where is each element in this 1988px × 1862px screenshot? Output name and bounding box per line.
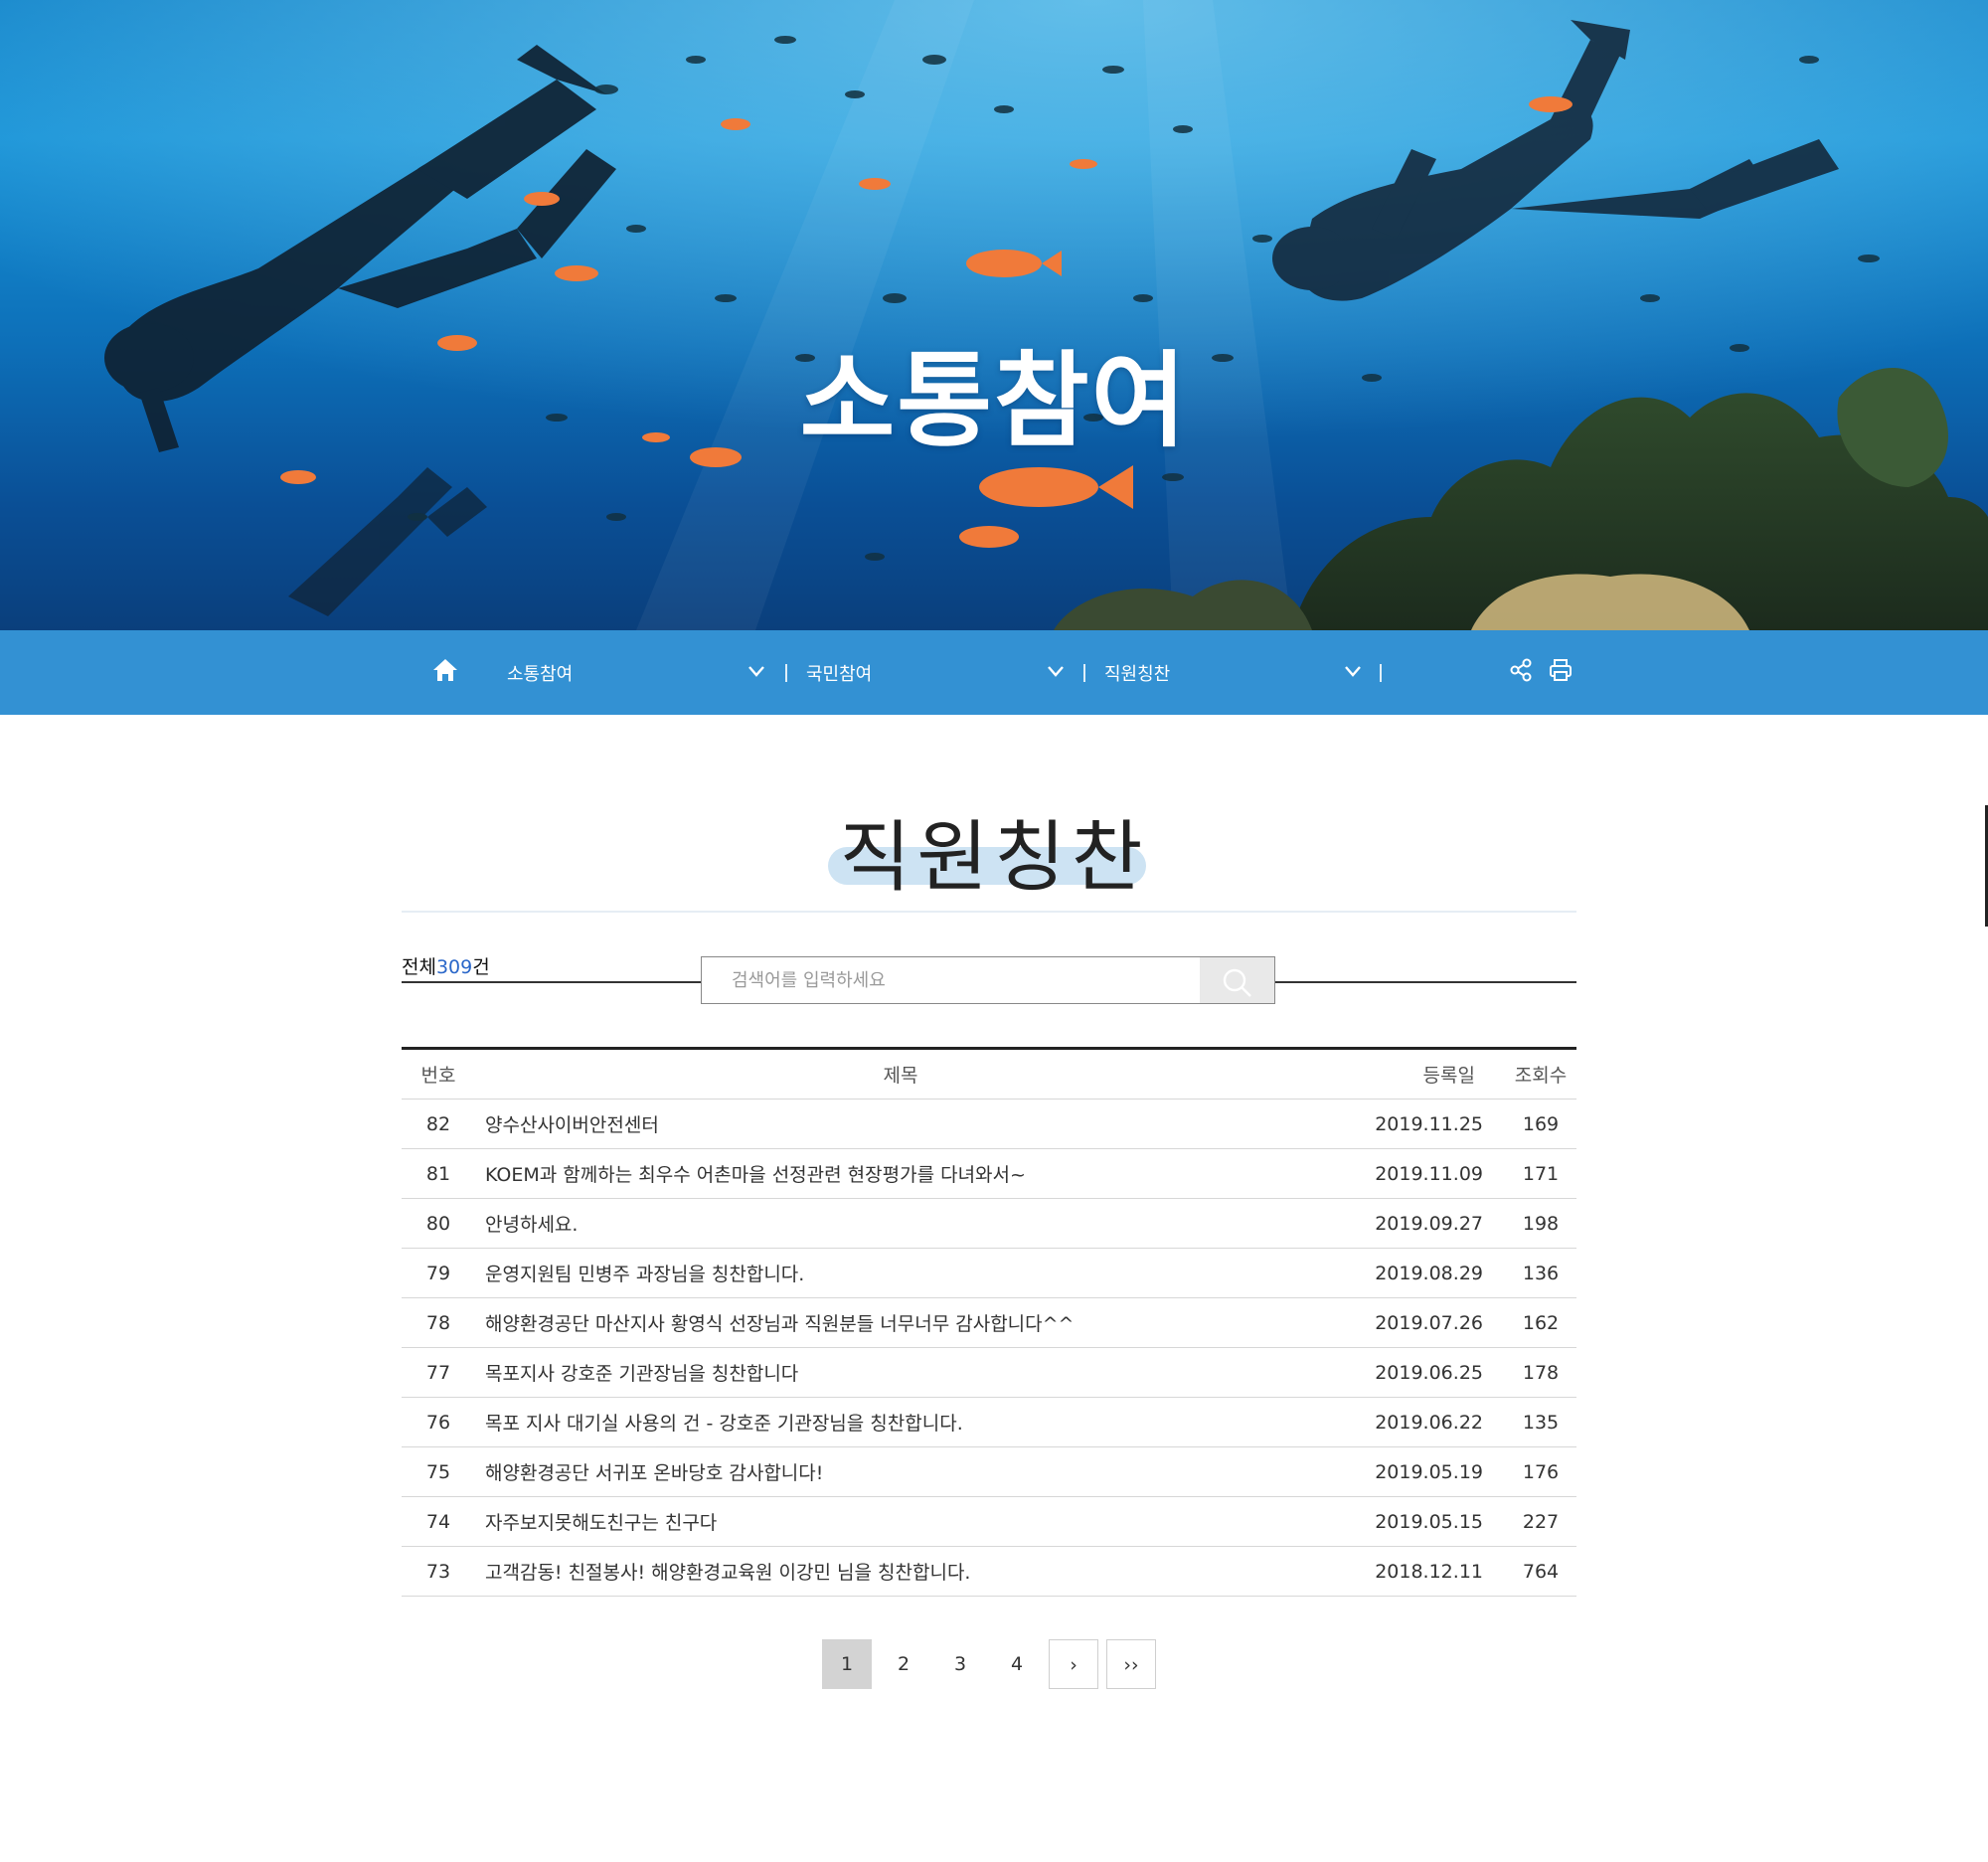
print-icon[interactable] bbox=[1548, 657, 1574, 683]
row-number: 78 bbox=[402, 1297, 475, 1348]
column-header-title: 제목 bbox=[475, 1048, 1326, 1100]
page-title-block: 직원칭찬 bbox=[0, 795, 1988, 905]
row-views: 162 bbox=[1505, 1297, 1576, 1348]
row-title-link[interactable]: KOEM과 함께하는 최우수 어촌마을 선정관련 현장평가를 다녀와서~ bbox=[475, 1148, 1326, 1199]
next-page-button[interactable]: › bbox=[1049, 1639, 1098, 1689]
row-date: 2019.06.22 bbox=[1326, 1397, 1505, 1447]
row-title-link[interactable]: 목포지사 강호준 기관장님을 칭찬합니다 bbox=[475, 1347, 1326, 1398]
row-views: 135 bbox=[1505, 1397, 1576, 1447]
breadcrumb-nav: 소통참여 국민참여 직원칭찬 bbox=[0, 630, 1988, 715]
row-number: 80 bbox=[402, 1198, 475, 1249]
column-header-date: 등록일 bbox=[1326, 1048, 1505, 1100]
search-box bbox=[701, 956, 1275, 1004]
table-header-row: 번호 제목 등록일 조회수 bbox=[402, 1048, 1576, 1100]
share-icon[interactable] bbox=[1508, 657, 1534, 683]
row-views: 176 bbox=[1505, 1446, 1576, 1497]
nav-separator bbox=[1380, 664, 1382, 682]
page-button-4[interactable]: 4 bbox=[992, 1639, 1042, 1689]
total-count-number: 309 bbox=[435, 956, 473, 978]
nav-menu-staff-praise[interactable]: 직원칭찬 bbox=[1104, 630, 1363, 715]
page-button-1[interactable]: 1 bbox=[822, 1639, 872, 1689]
total-count-prefix: 전체 bbox=[402, 956, 436, 978]
row-date: 2019.06.25 bbox=[1326, 1347, 1505, 1398]
table-row[interactable]: 73 고객감동! 친절봉사! 해양환경교육원 이강민 님을 칭찬합니다. 201… bbox=[402, 1546, 1576, 1597]
row-number: 74 bbox=[402, 1496, 475, 1547]
nav-separator bbox=[1083, 664, 1085, 682]
row-date: 2019.07.26 bbox=[1326, 1297, 1505, 1348]
row-number: 76 bbox=[402, 1397, 475, 1447]
nav-menu-communication[interactable]: 소통참여 bbox=[507, 630, 765, 715]
home-icon[interactable] bbox=[431, 656, 459, 684]
column-header-views: 조회수 bbox=[1505, 1048, 1576, 1100]
total-count-suffix: 건 bbox=[472, 956, 490, 978]
table-row[interactable]: 80 안녕하세요. 2019.09.27 198 bbox=[402, 1198, 1576, 1249]
row-date: 2019.09.27 bbox=[1326, 1198, 1505, 1249]
table-row[interactable]: 81 KOEM과 함께하는 최우수 어촌마을 선정관련 현장평가를 다녀와서~ … bbox=[402, 1148, 1576, 1199]
row-title-link[interactable]: 해양환경공단 서귀포 온바당호 감사합니다! bbox=[475, 1446, 1326, 1497]
table-row[interactable]: 82 양수산사이버안전센터 2019.11.25 169 bbox=[402, 1099, 1576, 1149]
table-row[interactable]: 74 자주보지못해도친구는 친구다 2019.05.15 227 bbox=[402, 1496, 1576, 1547]
table-header: 번호 제목 등록일 조회수 bbox=[402, 1048, 1576, 1100]
row-title-link[interactable]: 고객감동! 친절봉사! 해양환경교육원 이강민 님을 칭찬합니다. bbox=[475, 1546, 1326, 1597]
page-button-3[interactable]: 3 bbox=[935, 1639, 985, 1689]
search-icon bbox=[1223, 968, 1251, 997]
table-row[interactable]: 76 목포 지사 대기실 사용의 건 - 강호준 기관장님을 칭찬합니다. 20… bbox=[402, 1397, 1576, 1447]
hero-underwater-image bbox=[0, 0, 1988, 630]
row-title-link[interactable]: 양수산사이버안전센터 bbox=[475, 1099, 1326, 1149]
row-date: 2019.05.15 bbox=[1326, 1496, 1505, 1547]
table-row[interactable]: 78 해양환경공단 마산지사 황영식 선장님과 직원분들 너무너무 감사합니다^… bbox=[402, 1297, 1576, 1348]
table-row[interactable]: 79 운영지원팀 민병주 과장님을 칭찬합니다. 2019.08.29 136 bbox=[402, 1248, 1576, 1298]
search-input[interactable] bbox=[702, 957, 1202, 1003]
chevron-down-icon bbox=[748, 666, 764, 677]
row-title-link[interactable]: 자주보지못해도친구는 친구다 bbox=[475, 1496, 1326, 1547]
praise-board-table: 번호 제목 등록일 조회수 82 양수산사이버안전센터 2019.11.25 1… bbox=[402, 1047, 1576, 1597]
last-page-button[interactable]: ›› bbox=[1106, 1639, 1156, 1689]
nav-menu-label: 직원칭찬 bbox=[1104, 664, 1171, 685]
table-body: 82 양수산사이버안전센터 2019.11.25 169 81 KOEM과 함께… bbox=[402, 1099, 1576, 1597]
row-views: 178 bbox=[1505, 1347, 1576, 1398]
row-views: 227 bbox=[1505, 1496, 1576, 1547]
row-number: 73 bbox=[402, 1546, 475, 1597]
row-views: 169 bbox=[1505, 1099, 1576, 1149]
table-row[interactable]: 75 해양환경공단 서귀포 온바당호 감사합니다! 2019.05.19 176 bbox=[402, 1446, 1576, 1497]
nav-menu-label: 소통참여 bbox=[507, 664, 574, 685]
row-title-link[interactable]: 운영지원팀 민병주 과장님을 칭찬합니다. bbox=[475, 1248, 1326, 1298]
title-divider bbox=[402, 911, 1576, 913]
pagination: 1 2 3 4 › ›› bbox=[0, 1639, 1988, 1689]
row-date: 2018.12.11 bbox=[1326, 1546, 1505, 1597]
row-views: 171 bbox=[1505, 1148, 1576, 1199]
page-title: 직원칭찬 bbox=[839, 813, 1149, 903]
row-number: 79 bbox=[402, 1248, 475, 1298]
chevron-down-icon bbox=[1345, 666, 1361, 677]
nav-menu-public-participation[interactable]: 국민참여 bbox=[806, 630, 1065, 715]
row-views: 764 bbox=[1505, 1546, 1576, 1597]
row-number: 77 bbox=[402, 1347, 475, 1398]
page-button-2[interactable]: 2 bbox=[879, 1639, 928, 1689]
row-date: 2019.05.19 bbox=[1326, 1446, 1505, 1497]
nav-separator bbox=[785, 664, 787, 682]
row-date: 2019.11.09 bbox=[1326, 1148, 1505, 1199]
table-row[interactable]: 77 목포지사 강호준 기관장님을 칭찬합니다 2019.06.25 178 bbox=[402, 1347, 1576, 1398]
chevron-down-icon bbox=[1048, 666, 1064, 677]
row-title-link[interactable]: 목포 지사 대기실 사용의 건 - 강호준 기관장님을 칭찬합니다. bbox=[475, 1397, 1326, 1447]
hero-banner: 소통참여 bbox=[0, 0, 1988, 630]
row-title-link[interactable]: 해양환경공단 마산지사 황영식 선장님과 직원분들 너무너무 감사합니다^^ bbox=[475, 1297, 1326, 1348]
row-number: 75 bbox=[402, 1446, 475, 1497]
row-number: 82 bbox=[402, 1099, 475, 1149]
row-date: 2019.08.29 bbox=[1326, 1248, 1505, 1298]
column-header-number: 번호 bbox=[402, 1048, 475, 1100]
nav-menu-label: 국민참여 bbox=[806, 664, 873, 685]
row-date: 2019.11.25 bbox=[1326, 1099, 1505, 1149]
search-button[interactable] bbox=[1200, 957, 1274, 1003]
row-views: 136 bbox=[1505, 1248, 1576, 1298]
total-count: 전체309건 bbox=[402, 952, 490, 979]
hero-title: 소통참여 bbox=[799, 340, 1189, 461]
row-views: 198 bbox=[1505, 1198, 1576, 1249]
row-title-link[interactable]: 안녕하세요. bbox=[475, 1198, 1326, 1249]
row-number: 81 bbox=[402, 1148, 475, 1199]
